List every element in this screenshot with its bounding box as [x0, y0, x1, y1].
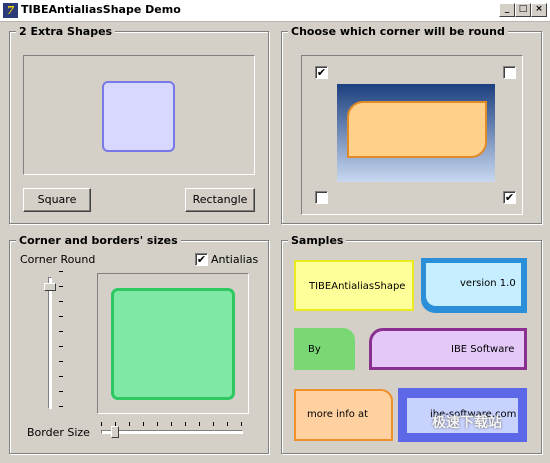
rectangle-button[interactable]: Rectangle	[185, 188, 255, 212]
sample-by-label: By	[308, 344, 321, 355]
shape-preview-panel	[23, 55, 255, 175]
border-size-label: Border Size	[27, 426, 90, 439]
sample-tibe-shape: TIBEAntialiasShape	[294, 260, 414, 311]
sizes-group: Corner and borders' sizes Corner Round ✔…	[9, 234, 269, 454]
maximize-button[interactable]: □	[515, 3, 531, 17]
antialias-label: Antialias	[211, 253, 259, 266]
top-right-corner-checkbox[interactable]	[503, 66, 516, 79]
top-left-corner-checkbox[interactable]: ✔	[315, 66, 328, 79]
sample-ibe-shape: IBE Software	[369, 328, 527, 370]
minimize-button[interactable]: _	[499, 3, 515, 17]
extra-shapes-group: 2 Extra Shapes Square Rectangle	[9, 25, 269, 224]
corner-group-title: Choose which corner will be round	[288, 25, 508, 38]
watermark: 极速下载站	[432, 415, 502, 431]
samples-group-title: Samples	[288, 234, 347, 247]
bottom-left-corner-checkbox[interactable]	[315, 191, 328, 204]
sample-version-label: version 1.0	[460, 278, 516, 289]
gradient-background	[337, 84, 495, 182]
corner-round-label: Corner Round	[20, 253, 96, 266]
sample-more-info-label: more info at	[307, 409, 369, 420]
corner-preview-panel: ✔ ✔	[301, 55, 523, 215]
corner-round-slider-track	[48, 277, 52, 409]
sample-ibe-label: IBE Software	[451, 344, 515, 355]
window-title: TIBEAntialiasShape Demo	[21, 3, 181, 16]
border-size-slider-ticks	[101, 422, 243, 426]
sizes-group-title: Corner and borders' sizes	[16, 234, 181, 247]
bottom-right-corner-checkbox[interactable]: ✔	[503, 191, 516, 204]
border-size-slider-track	[101, 430, 243, 434]
sample-tibe-label: TIBEAntialiasShape	[309, 281, 406, 292]
corner-round-slider-ticks	[59, 271, 63, 411]
sample-by-shape: By	[294, 328, 355, 370]
antialias-checkbox[interactable]: ✔	[195, 253, 208, 266]
extra-shapes-title: 2 Extra Shapes	[16, 25, 116, 38]
app-icon: 7	[3, 3, 18, 18]
sample-more-info-shape: more info at	[294, 389, 393, 441]
corner-group: Choose which corner will be round ✔ ✔	[281, 25, 542, 224]
title-bar[interactable]: 7 TIBEAntialiasShape Demo _ □ ×	[0, 0, 550, 22]
close-button[interactable]: ×	[531, 3, 547, 17]
samples-group: Samples TIBEAntialiasShape version 1.0 B…	[281, 234, 542, 454]
corner-shape-preview	[347, 101, 487, 158]
border-size-slider-thumb[interactable]	[111, 426, 119, 438]
square-button[interactable]: Square	[23, 188, 91, 212]
square-shape-preview	[102, 81, 175, 152]
sample-version-shape: version 1.0	[421, 258, 527, 313]
app-window: 7 TIBEAntialiasShape Demo _ □ × 2 Extra …	[0, 0, 550, 463]
corner-round-slider-thumb[interactable]	[44, 283, 56, 291]
sizes-preview-panel	[97, 273, 249, 414]
green-shape-preview	[111, 288, 235, 400]
